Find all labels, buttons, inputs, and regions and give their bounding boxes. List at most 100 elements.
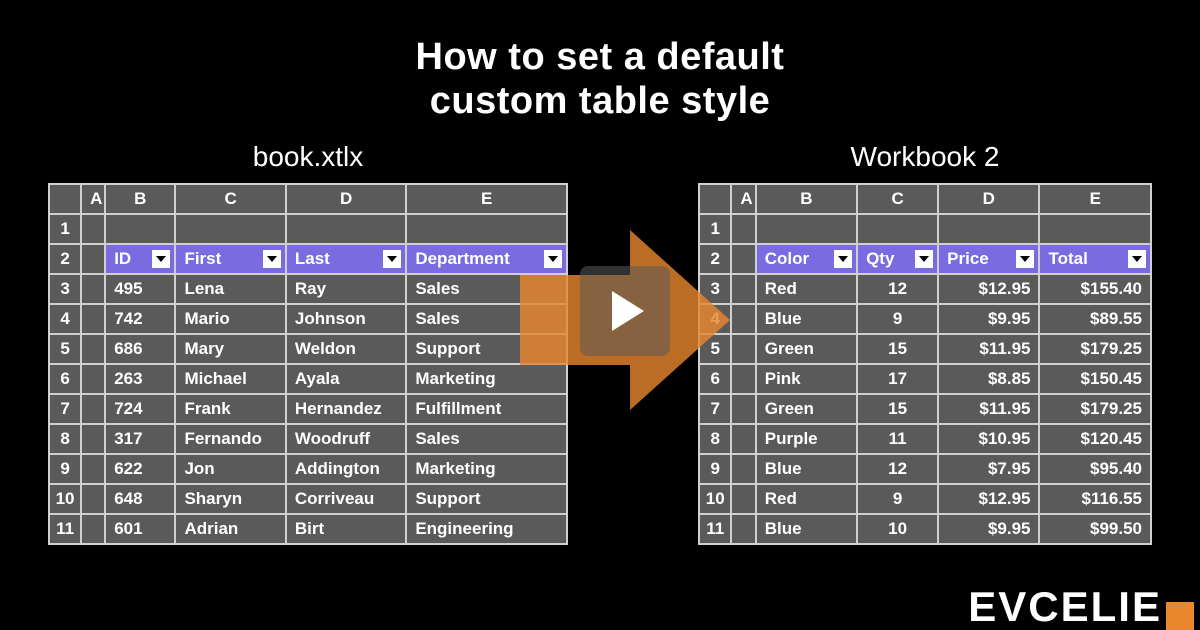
filter-dropdown-icon[interactable]	[834, 250, 852, 268]
row-header[interactable]: 11	[699, 514, 731, 544]
cell[interactable]: Birt	[286, 514, 406, 544]
cell[interactable]	[731, 394, 755, 424]
row-header[interactable]: 7	[49, 394, 81, 424]
cell[interactable]	[1039, 214, 1151, 244]
cell[interactable]: Sales	[406, 424, 567, 454]
cell[interactable]: 12	[857, 454, 938, 484]
cell[interactable]: Michael	[175, 364, 285, 394]
play-button[interactable]	[580, 266, 670, 356]
cell[interactable]: Woodruff	[286, 424, 406, 454]
cell[interactable]	[756, 214, 857, 244]
cell[interactable]: $11.95	[938, 394, 1039, 424]
row-header[interactable]: 3	[49, 274, 81, 304]
cell[interactable]: Addington	[286, 454, 406, 484]
cell[interactable]	[175, 214, 285, 244]
cell[interactable]	[81, 304, 105, 334]
cell[interactable]	[731, 304, 755, 334]
cell[interactable]: Support	[406, 334, 567, 364]
cell[interactable]: $11.95	[938, 334, 1039, 364]
row-header[interactable]: 4	[49, 304, 81, 334]
cell[interactable]	[731, 514, 755, 544]
row-header[interactable]: 5	[699, 334, 731, 364]
cell[interactable]: 648	[105, 484, 175, 514]
cell[interactable]: 17	[857, 364, 938, 394]
cell[interactable]: $155.40	[1039, 274, 1151, 304]
row-header[interactable]: 1	[49, 214, 81, 244]
cell[interactable]: Blue	[756, 304, 857, 334]
filter-dropdown-icon[interactable]	[152, 250, 170, 268]
cell[interactable]	[731, 484, 755, 514]
col-header[interactable]: A	[731, 184, 755, 214]
cell[interactable]: 495	[105, 274, 175, 304]
cell[interactable]: Lena	[175, 274, 285, 304]
filter-dropdown-icon[interactable]	[1128, 250, 1146, 268]
table-header-id[interactable]: ID	[105, 244, 175, 274]
table-header-department[interactable]: Department	[406, 244, 567, 274]
row-header[interactable]: 6	[699, 364, 731, 394]
cell[interactable]: $9.95	[938, 304, 1039, 334]
row-header[interactable]: 2	[49, 244, 81, 274]
cell[interactable]: $179.25	[1039, 334, 1151, 364]
table-header-last[interactable]: Last	[286, 244, 406, 274]
cell[interactable]	[81, 424, 105, 454]
cell[interactable]: Mario	[175, 304, 285, 334]
cell[interactable]: Johnson	[286, 304, 406, 334]
filter-dropdown-icon[interactable]	[915, 250, 933, 268]
cell[interactable]: 10	[857, 514, 938, 544]
cell[interactable]	[731, 334, 755, 364]
cell[interactable]: $9.95	[938, 514, 1039, 544]
cell[interactable]: $10.95	[938, 424, 1039, 454]
cell[interactable]	[81, 244, 105, 274]
table-header-qty[interactable]: Qty	[857, 244, 938, 274]
cell[interactable]: $8.85	[938, 364, 1039, 394]
cell[interactable]: Purple	[756, 424, 857, 454]
col-header[interactable]: E	[1039, 184, 1151, 214]
cell[interactable]: 9	[857, 484, 938, 514]
cell[interactable]: Weldon	[286, 334, 406, 364]
cell[interactable]: $7.95	[938, 454, 1039, 484]
row-header[interactable]: 10	[699, 484, 731, 514]
table-header-color[interactable]: Color	[756, 244, 857, 274]
cell[interactable]: Ayala	[286, 364, 406, 394]
row-header[interactable]: 3	[699, 274, 731, 304]
cell[interactable]: 317	[105, 424, 175, 454]
col-header[interactable]: C	[857, 184, 938, 214]
cell[interactable]	[286, 214, 406, 244]
filter-dropdown-icon[interactable]	[383, 250, 401, 268]
cell[interactable]: Sales	[406, 304, 567, 334]
cell[interactable]: Marketing	[406, 364, 567, 394]
row-header[interactable]: 9	[699, 454, 731, 484]
cell[interactable]: Marketing	[406, 454, 567, 484]
cell[interactable]: 601	[105, 514, 175, 544]
cell[interactable]: Frank	[175, 394, 285, 424]
row-header[interactable]: 8	[699, 424, 731, 454]
cell[interactable]: $89.55	[1039, 304, 1151, 334]
col-header[interactable]: E	[406, 184, 567, 214]
cell[interactable]	[731, 214, 755, 244]
cell[interactable]	[406, 214, 567, 244]
cell[interactable]: Hernandez	[286, 394, 406, 424]
col-header[interactable]: C	[175, 184, 285, 214]
cell[interactable]: 12	[857, 274, 938, 304]
cell[interactable]	[731, 244, 755, 274]
cell[interactable]	[938, 214, 1039, 244]
cell[interactable]: $150.45	[1039, 364, 1151, 394]
cell[interactable]	[81, 364, 105, 394]
row-header[interactable]: 10	[49, 484, 81, 514]
cell[interactable]: $12.95	[938, 274, 1039, 304]
table-header-first[interactable]: First	[175, 244, 285, 274]
cell[interactable]: Green	[756, 394, 857, 424]
cell[interactable]	[81, 274, 105, 304]
cell[interactable]: 724	[105, 394, 175, 424]
cell[interactable]	[857, 214, 938, 244]
cell[interactable]: Jon	[175, 454, 285, 484]
cell[interactable]	[81, 214, 105, 244]
cell[interactable]: $12.95	[938, 484, 1039, 514]
cell[interactable]: 11	[857, 424, 938, 454]
row-header[interactable]: 1	[699, 214, 731, 244]
col-header[interactable]: B	[105, 184, 175, 214]
row-header[interactable]: 5	[49, 334, 81, 364]
col-header[interactable]: A	[81, 184, 105, 214]
cell[interactable]: 686	[105, 334, 175, 364]
filter-dropdown-icon[interactable]	[263, 250, 281, 268]
